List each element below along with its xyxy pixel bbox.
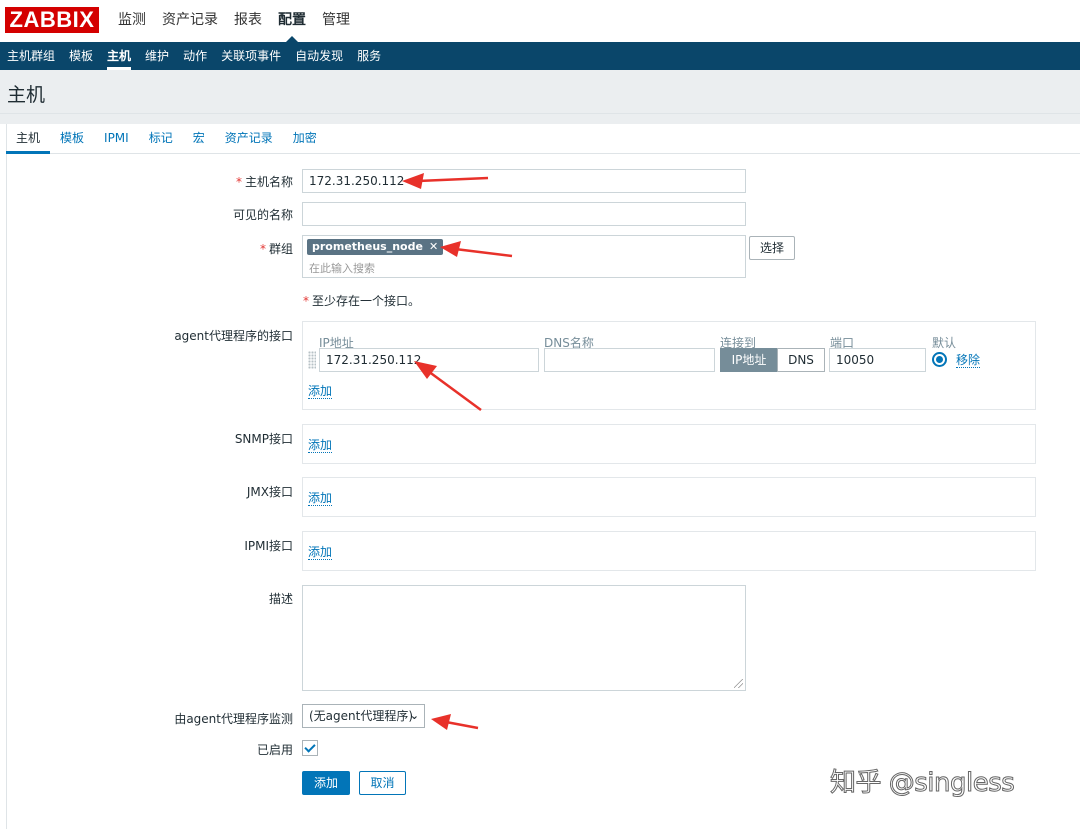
tab-macros[interactable]: 宏 [183,124,215,153]
enabled-label: 已启用 [256,743,293,757]
add-ipmi-interface-link[interactable]: 添加 [308,545,333,560]
hostname-input[interactable] [302,169,746,193]
sub-menu-actions[interactable]: 动作 [176,42,214,70]
agent-ip-input[interactable] [319,348,539,372]
required-mark: * [235,175,242,189]
agent-port-input[interactable] [829,348,926,372]
add-snmp-interface-link[interactable]: 添加 [308,438,333,453]
main-menu: 监测 资产记录 报表 配置 管理 [110,0,358,42]
add-agent-interface-link[interactable]: 添加 [308,384,333,399]
tab-encryption[interactable]: 加密 [283,124,327,153]
agent-dns-input[interactable] [544,348,715,372]
tab-tags[interactable]: 标记 [139,124,183,153]
jmx-interfaces-box [302,477,1036,517]
default-interface-radio[interactable] [932,352,947,367]
sub-menu: 主机群组 模板 主机 维护 动作 关联项事件 自动发现 服务 [0,42,1080,70]
group-tag-label: prometheus_node [312,240,423,253]
visible-name-input[interactable] [302,202,746,226]
zabbix-logo[interactable]: ZABBIX [5,7,99,33]
hostname-label: * 主机名称 [235,175,293,189]
cancel-button[interactable]: 取消 [359,771,406,795]
page-title: 主机 [7,84,46,106]
groups-label: * 群组 [259,242,293,256]
tag-remove-icon[interactable]: ✕ [429,240,438,253]
top-bar: ZABBIX 监测 资产记录 报表 配置 管理 [0,0,1080,42]
sub-menu-host-groups[interactable]: 主机群组 [0,42,62,70]
enabled-checkbox[interactable] [302,740,318,756]
jmx-interfaces-label: JMX接口 [246,485,293,499]
snmp-interfaces-box [302,424,1036,464]
select-groups-button[interactable]: 选择 [749,236,796,260]
ipmi-interfaces-label: IPMI接口 [244,539,293,553]
main-menu-monitoring[interactable]: 监测 [110,0,154,42]
proxy-select-value: (无agent代理程序) [309,709,414,723]
sub-menu-services[interactable]: 服务 [350,42,388,70]
proxy-select[interactable]: (无agent代理程序) ⌄ [302,704,425,728]
tab-host[interactable]: 主机 [6,124,51,154]
zhihu-watermark: 知乎 @singless [829,768,1015,799]
groups-multiselect[interactable]: prometheus_node ✕ 在此输入搜索 [302,235,746,278]
header-gap [0,114,1080,124]
description-textarea[interactable] [302,585,746,691]
groups-search-placeholder[interactable]: 在此输入搜索 [309,260,375,276]
connect-dns-toggle[interactable]: DNS [777,348,825,372]
add-jmx-interface-link[interactable]: 添加 [308,491,333,506]
host-tabs: 主机 模板 IPMI 标记 宏 资产记录 加密 [6,124,1080,154]
sub-menu-hosts[interactable]: 主机 [100,42,138,70]
description-label: 描述 [268,592,293,606]
main-menu-inventory[interactable]: 资产记录 [154,0,226,42]
resize-grip-icon[interactable] [734,679,743,688]
agent-interfaces-label: agent代理程序的接口 [174,329,293,343]
connect-ip-toggle[interactable]: IP地址 [720,348,778,372]
interface-note: * 至少存在一个接口。 [303,294,421,308]
snmp-interfaces-label: SNMP接口 [234,432,293,446]
drag-handle-icon[interactable] [308,351,316,369]
sub-menu-templates[interactable]: 模板 [62,42,100,70]
group-tag: prometheus_node ✕ [307,239,444,255]
page-header: 主机 [0,70,1080,114]
visible-name-label: 可见的名称 [232,208,293,222]
main-menu-reports[interactable]: 报表 [226,0,270,42]
tab-ipmi[interactable]: IPMI [94,124,139,153]
main-menu-configuration[interactable]: 配置 [270,0,314,42]
sub-menu-discovery[interactable]: 自动发现 [288,42,350,70]
tab-inventory[interactable]: 资产记录 [215,124,283,153]
ipmi-interfaces-box [302,531,1036,571]
main-menu-administration[interactable]: 管理 [314,0,358,42]
add-button[interactable]: 添加 [302,771,350,795]
required-mark: * [259,242,266,256]
sub-menu-maintenance[interactable]: 维护 [138,42,176,70]
proxy-label: 由agent代理程序监测 [174,712,293,726]
remove-interface-link[interactable]: 移除 [956,353,981,368]
chevron-down-icon: ⌄ [409,709,419,722]
col-head-default: 默认 [932,336,957,350]
tab-templates[interactable]: 模板 [50,124,94,153]
sub-menu-event-correlation[interactable]: 关联项事件 [214,42,288,70]
